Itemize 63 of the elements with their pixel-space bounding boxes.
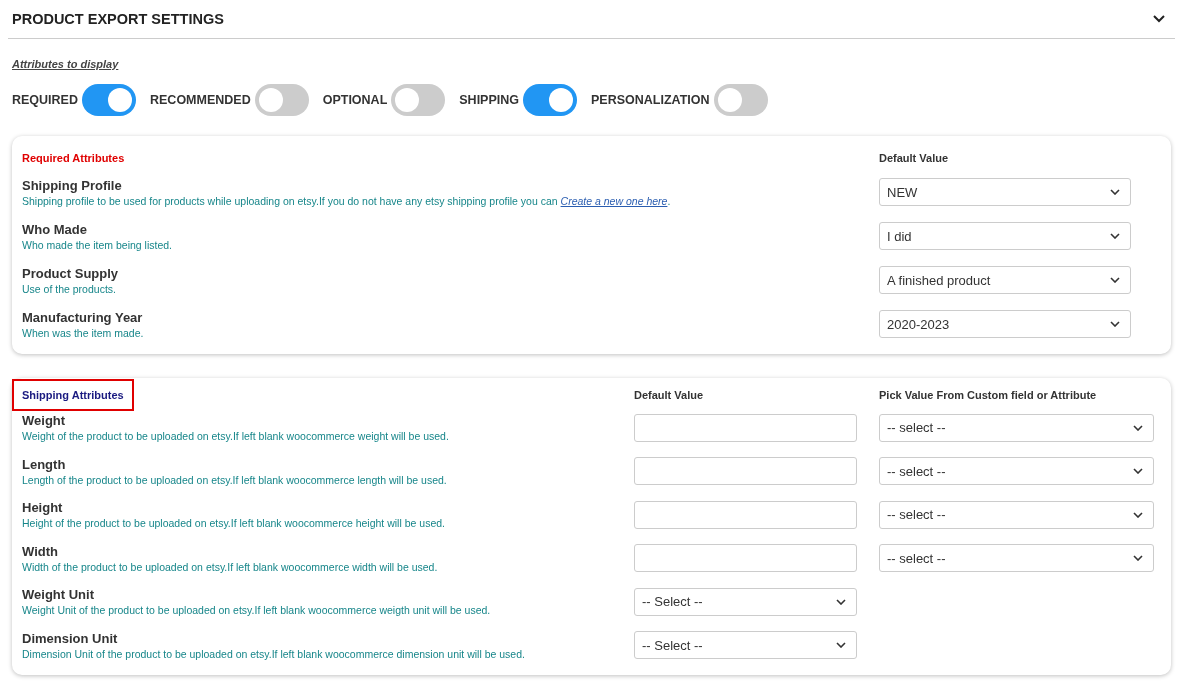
attribute-name: Dimension Unit bbox=[22, 630, 118, 646]
toggle-label: PERSONALIZATION bbox=[591, 93, 710, 107]
attribute-name: Who Made bbox=[22, 221, 87, 237]
input-field[interactable] bbox=[634, 413, 857, 442]
attribute-name: Weight Unit bbox=[22, 587, 94, 603]
select-dropdown[interactable]: I did bbox=[879, 222, 1131, 250]
chevron-down-icon bbox=[1133, 468, 1143, 475]
chevron-down-icon bbox=[1133, 424, 1143, 431]
attribute-name: Product Supply bbox=[22, 265, 119, 281]
attribute-description: Shipping profile to be used for products while uploading on etsy.If you do not have any etsy shipping profile you can Create a new one here. bbox=[22, 194, 671, 207]
select-dropdown[interactable]: -- select -- bbox=[879, 413, 1154, 442]
toggle-label: SHIPPING bbox=[459, 93, 520, 107]
toggle-switch[interactable] bbox=[391, 84, 446, 116]
input-field[interactable] bbox=[634, 544, 857, 573]
chevron-down-icon[interactable] bbox=[1153, 15, 1165, 23]
section-heading: Required Attributes bbox=[22, 151, 125, 166]
select-dropdown[interactable]: -- select -- bbox=[879, 457, 1154, 486]
toggle-switch[interactable] bbox=[713, 84, 768, 116]
attribute-description: Weight Unit of the product to be uploaded on etsy.If left blank woocommerce weigth unit will be used. bbox=[22, 604, 491, 617]
input-field[interactable] bbox=[634, 457, 857, 486]
chevron-down-icon bbox=[1110, 277, 1120, 283]
column-header: Pick Value From Custom field or Attribute bbox=[879, 388, 1097, 403]
column-header: Default Value bbox=[879, 151, 949, 166]
attribute-name: Width bbox=[22, 543, 58, 559]
input-field[interactable] bbox=[634, 500, 857, 529]
chevron-down-icon bbox=[1110, 321, 1120, 327]
section-heading: Shipping Attributes bbox=[12, 379, 134, 411]
attribute-description: Weight of the product to be uploaded on etsy.If left blank woocommerce weight will be used. bbox=[22, 430, 449, 443]
attribute-name: Length bbox=[22, 456, 66, 472]
attribute-description: When was the item made. bbox=[22, 326, 144, 339]
toggle-switch[interactable] bbox=[523, 84, 578, 116]
select-dropdown[interactable]: 2020-2023 bbox=[879, 310, 1131, 338]
chevron-down-icon bbox=[1110, 189, 1120, 195]
toggle-switch[interactable] bbox=[82, 84, 136, 116]
attribute-name: Height bbox=[22, 500, 63, 516]
chevron-down-icon bbox=[1133, 555, 1143, 562]
select-dropdown[interactable]: NEW bbox=[879, 178, 1131, 206]
chevron-down-icon bbox=[836, 598, 846, 605]
select-dropdown[interactable]: A finished product bbox=[879, 266, 1131, 294]
create-link[interactable]: Create a new one here bbox=[560, 194, 668, 207]
attribute-description: Length of the product to be uploaded on etsy.If left blank woocommerce length will be used. bbox=[22, 473, 447, 486]
select-dropdown[interactable]: -- select -- bbox=[879, 544, 1154, 573]
attribute-name: Weight bbox=[22, 413, 66, 429]
attribute-description: Height of the product to be uploaded on etsy.If left blank woocommerce height will be used. bbox=[22, 517, 445, 530]
select-dropdown[interactable]: -- Select -- bbox=[634, 631, 857, 660]
attribute-name: Manufacturing Year bbox=[22, 309, 143, 325]
attribute-description: Use of the products. bbox=[22, 282, 116, 295]
attributes-label: Attributes to display bbox=[12, 58, 119, 70]
toggle-label: OPTIONAL bbox=[322, 93, 388, 107]
attribute-description: Who made the item being listed. bbox=[22, 238, 172, 251]
chevron-down-icon bbox=[836, 642, 846, 649]
select-dropdown[interactable]: -- select -- bbox=[879, 500, 1154, 529]
toggle-label: REQUIRED bbox=[12, 93, 78, 107]
select-dropdown[interactable]: -- Select -- bbox=[634, 587, 857, 616]
attribute-name: Shipping Profile bbox=[22, 177, 122, 193]
attribute-description: Dimension Unit of the product to be uploaded on etsy.If left blank woocommerce dimension unit will be used. bbox=[22, 647, 525, 660]
attribute-description: Width of the product to be uploaded on etsy.If left blank woocommerce width will be used. bbox=[22, 560, 438, 573]
column-header: Default Value bbox=[634, 388, 704, 403]
chevron-down-icon bbox=[1110, 233, 1120, 239]
toggle-switch[interactable] bbox=[254, 84, 309, 116]
toggle-label: RECOMMENDED bbox=[150, 93, 251, 107]
chevron-down-icon bbox=[1133, 511, 1143, 518]
section-title: PRODUCT EXPORT SETTINGS bbox=[12, 11, 224, 27]
